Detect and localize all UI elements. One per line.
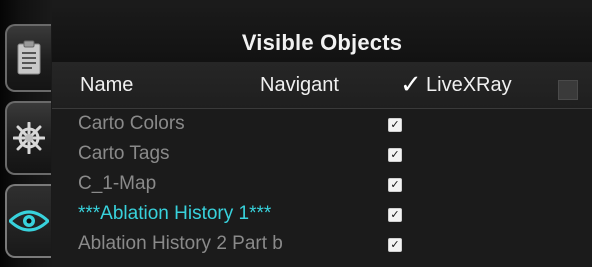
navigant-checkbox[interactable]: ✓ [388,238,402,252]
visible-objects-window: Visible Objects Name Navigant ✓ LiveXRay… [0,0,592,267]
object-name: C_1-Map [78,173,157,194]
clipboard-button[interactable] [5,24,51,92]
tool-rail [0,0,52,267]
list-item-selected[interactable]: ***Ablation History 1*** ✓ [52,200,592,230]
object-list: Carto Colors ✓ Carto Tags ✓ C_1-Map ✓ **… [52,110,592,260]
column-header-navigant[interactable]: Navigant [260,74,339,97]
object-name: Carto Tags [78,143,170,164]
checkmark-icon: ✓ [400,70,422,100]
list-item[interactable]: Carto Colors ✓ [52,110,592,140]
object-name: Ablation History 2 Part b [78,233,283,254]
clipboard-icon [7,26,51,90]
object-name: Carto Colors [78,113,185,134]
column-header-row: Name Navigant ✓ LiveXRay [52,62,592,109]
navigant-checkbox[interactable]: ✓ [388,178,402,192]
list-item[interactable]: C_1-Map ✓ [52,170,592,200]
eye-icon [7,186,51,256]
navigation-wheel-button[interactable] [5,101,51,175]
navigant-checkbox[interactable]: ✓ [388,118,402,132]
panel-title: Visible Objects [241,30,403,55]
visible-objects-panel: Visible Objects Name Navigant ✓ LiveXRay… [52,0,592,267]
object-name: ***Ablation History 1*** [78,203,272,224]
column-header-livexray[interactable]: LiveXRay [426,74,512,97]
panel-titlebar: Visible Objects [52,8,592,62]
ship-wheel-icon [7,103,51,173]
column-header-name[interactable]: Name [80,74,133,97]
visibility-button[interactable] [5,184,51,258]
livexray-toggle-checkbox[interactable] [558,80,578,100]
navigant-checkbox[interactable]: ✓ [388,208,402,222]
list-item[interactable]: Carto Tags ✓ [52,140,592,170]
navigant-checkbox[interactable]: ✓ [388,148,402,162]
list-item[interactable]: Ablation History 2 Part b ✓ [52,230,592,260]
